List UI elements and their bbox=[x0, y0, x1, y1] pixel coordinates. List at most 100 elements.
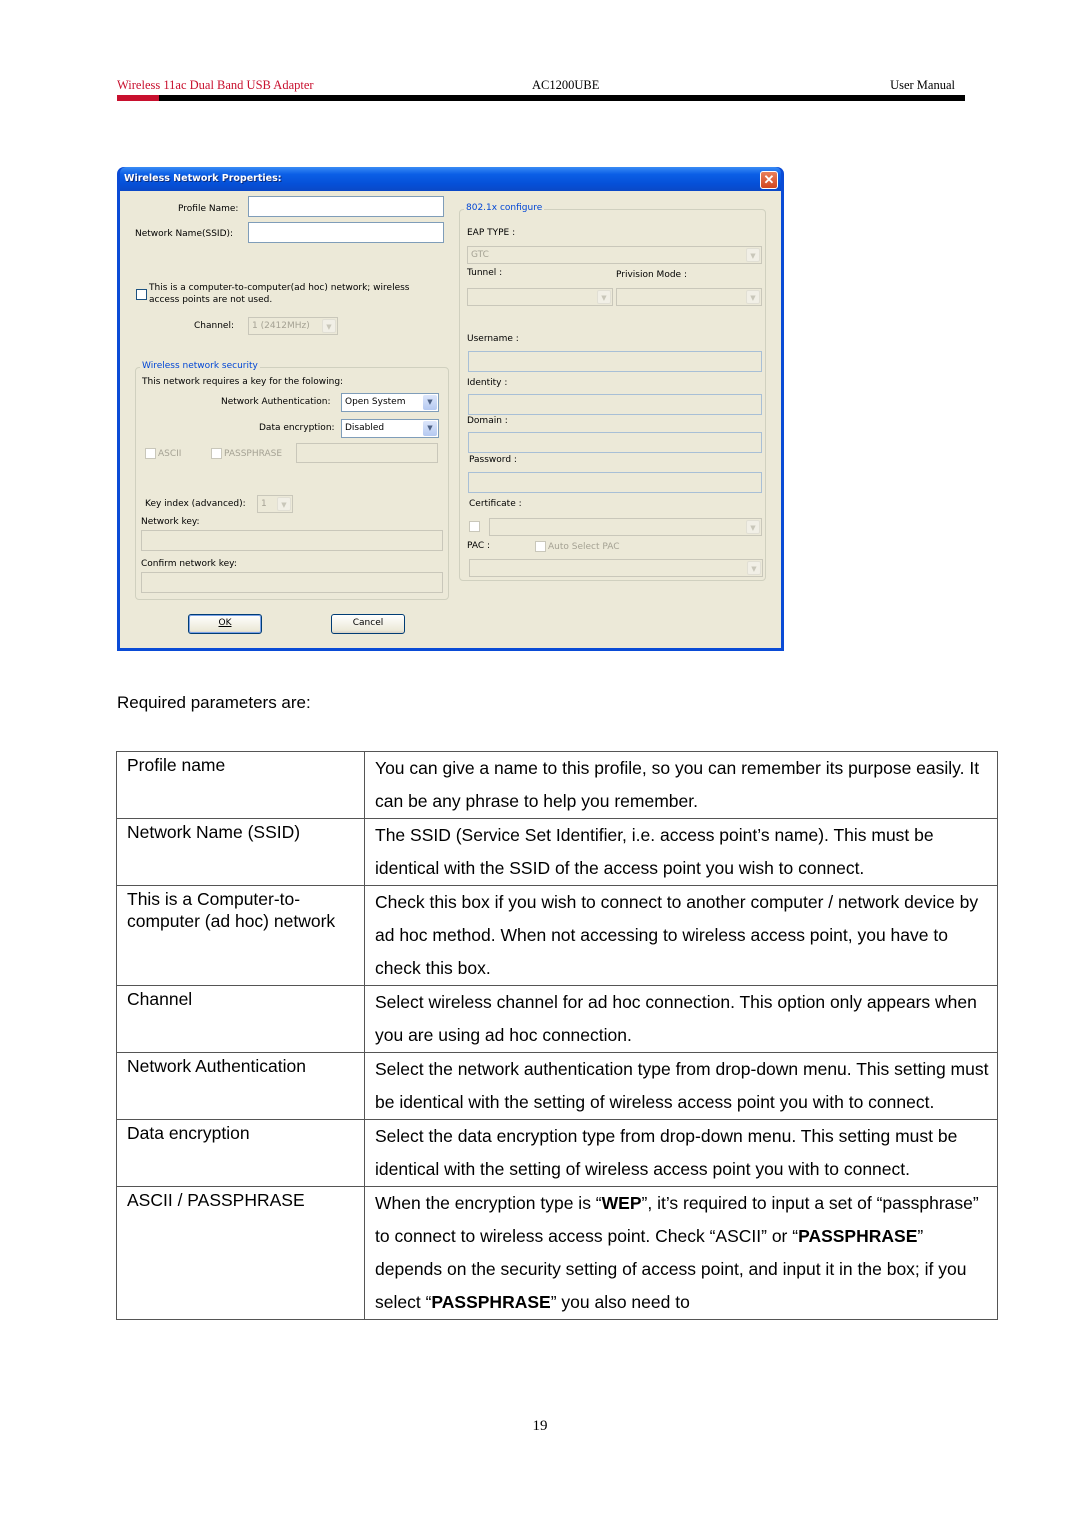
pac-label: PAC : bbox=[467, 541, 491, 551]
adhoc-label-line2: access points are not used. bbox=[149, 295, 273, 305]
encryption-select[interactable]: Disabled ▼ bbox=[341, 419, 439, 438]
network-key-input[interactable] bbox=[141, 530, 443, 551]
header-rule-accent bbox=[117, 95, 159, 101]
desc-text: When the encryption type is “ bbox=[375, 1193, 602, 1213]
table-row: Data encryption Select the data encrypti… bbox=[116, 1119, 998, 1187]
security-group: Wireless network security This network r… bbox=[135, 361, 449, 600]
wireless-network-properties-dialog: Wireless Network Properties: ✕ Profile N… bbox=[117, 167, 784, 651]
chevron-down-icon: ▼ bbox=[277, 497, 291, 511]
channel-select[interactable]: 1 (2412MHz) ▼ bbox=[248, 317, 338, 335]
param-description: You can give a name to this profile, so … bbox=[364, 751, 998, 819]
chevron-down-icon: ▼ bbox=[746, 290, 760, 304]
eap-type-label: EAP TYPE : bbox=[467, 228, 516, 238]
password-input[interactable] bbox=[468, 472, 762, 493]
table-row: Profile name You can give a name to this… bbox=[116, 751, 998, 819]
param-name: Data encryption bbox=[116, 1119, 365, 1187]
param-name: Network Name (SSID) bbox=[116, 818, 365, 886]
auth-select[interactable]: Open System ▼ bbox=[341, 393, 439, 412]
key-index-label: Key index (advanced): bbox=[145, 499, 246, 509]
desc-bold: WEP bbox=[601, 1193, 642, 1213]
key-index-select[interactable]: 1 ▼ bbox=[257, 495, 293, 513]
certificate-label: Certificate : bbox=[469, 499, 522, 509]
desc-bold: PASSPHRASE bbox=[798, 1226, 918, 1246]
page-number: 19 bbox=[532, 1418, 548, 1434]
dot1x-group: 802.1x configure EAP TYPE : GTC ▼ Tunnel… bbox=[459, 203, 766, 581]
ok-label: OK bbox=[218, 618, 232, 628]
profile-name-input[interactable] bbox=[248, 196, 444, 217]
required-parameters-heading: Required parameters are: bbox=[117, 693, 311, 712]
chevron-down-icon: ▼ bbox=[597, 290, 611, 304]
param-description: Select the data encryption type from dro… bbox=[364, 1119, 998, 1187]
certificate-select[interactable]: ▼ bbox=[489, 518, 762, 536]
param-name: Profile name bbox=[116, 751, 365, 819]
header-doc-type: User Manual bbox=[890, 78, 955, 92]
passphrase-input[interactable] bbox=[296, 443, 438, 463]
ascii-checkbox[interactable] bbox=[145, 448, 156, 459]
auth-label: Network Authentication: bbox=[221, 397, 331, 407]
param-name: Network Authentication bbox=[116, 1052, 365, 1120]
profile-name-label: Profile Name: bbox=[178, 204, 239, 214]
param-name-text: This is a Computer-to-computer (ad hoc) … bbox=[127, 889, 336, 931]
certificate-checkbox[interactable] bbox=[469, 521, 480, 532]
header-rule bbox=[117, 95, 965, 101]
tunnel-select[interactable]: ▼ bbox=[467, 288, 613, 306]
tunnel-label: Tunnel : bbox=[467, 268, 503, 278]
param-name: ASCII / PASSPHRASE bbox=[116, 1186, 365, 1320]
header-model: AC1200UBE bbox=[532, 78, 600, 92]
chevron-down-icon: ▼ bbox=[747, 561, 761, 575]
auth-value: Open System bbox=[345, 397, 406, 407]
close-icon: ✕ bbox=[763, 172, 775, 187]
adhoc-label-line1: This is a computer-to-computer(ad hoc) n… bbox=[149, 283, 410, 293]
page-header: Wireless 11ac Dual Band USB Adapter AC12… bbox=[117, 78, 965, 94]
table-row: ASCII / PASSPHRASE When the encryption t… bbox=[116, 1186, 998, 1320]
provision-mode-label: Privision Mode : bbox=[616, 270, 687, 280]
desc-bold: PASSPHRASE bbox=[431, 1292, 551, 1312]
parameters-table: Profile name You can give a name to this… bbox=[116, 751, 998, 1320]
encryption-label: Data encryption: bbox=[259, 423, 335, 433]
key-index-value: 1 bbox=[261, 499, 267, 509]
ssid-label: Network Name(SSID): bbox=[135, 229, 234, 239]
chevron-down-icon: ▼ bbox=[746, 520, 760, 534]
passphrase-label: PASSPHRASE bbox=[224, 449, 283, 459]
param-description: Check this box if you wish to connect to… bbox=[364, 885, 998, 986]
confirm-key-input[interactable] bbox=[141, 572, 443, 593]
domain-input[interactable] bbox=[468, 432, 762, 453]
param-description: When the encryption type is “WEP”, it’s … bbox=[364, 1186, 998, 1320]
ascii-label: ASCII bbox=[158, 449, 182, 459]
desc-text: ” you also need to bbox=[550, 1292, 690, 1312]
auto-pac-checkbox[interactable] bbox=[535, 541, 546, 552]
table-row: Channel Select wireless channel for ad h… bbox=[116, 985, 998, 1053]
close-button[interactable]: ✕ bbox=[760, 171, 778, 189]
eap-type-value: GTC bbox=[471, 250, 489, 260]
identity-input[interactable] bbox=[468, 394, 762, 415]
param-name: Channel bbox=[116, 985, 365, 1053]
dialog-titlebar[interactable]: Wireless Network Properties: ✕ bbox=[120, 167, 781, 191]
auto-pac-label: Auto Select PAC bbox=[548, 542, 620, 552]
ssid-input[interactable] bbox=[248, 222, 444, 243]
table-row: Network Authentication Select the networ… bbox=[116, 1052, 998, 1120]
security-group-title: Wireless network security bbox=[140, 361, 260, 371]
cancel-label: Cancel bbox=[352, 618, 384, 628]
param-description: The SSID (Service Set Identifier, i.e. a… bbox=[364, 818, 998, 886]
table-row: Network Name (SSID) The SSID (Service Se… bbox=[116, 818, 998, 886]
username-input[interactable] bbox=[468, 351, 762, 372]
provision-mode-select[interactable]: ▼ bbox=[616, 288, 762, 306]
passphrase-checkbox[interactable] bbox=[211, 448, 222, 459]
param-description: Select the network authentication type f… bbox=[364, 1052, 998, 1120]
channel-label: Channel: bbox=[194, 321, 234, 331]
pac-select[interactable]: ▼ bbox=[469, 559, 763, 577]
adhoc-checkbox[interactable] bbox=[136, 289, 147, 300]
cancel-button[interactable]: Cancel bbox=[331, 614, 405, 634]
dialog-title: Wireless Network Properties: bbox=[124, 173, 282, 184]
dot1x-group-title: 802.1x configure bbox=[464, 203, 545, 213]
param-name: This is a Computer-to-computer (ad hoc) … bbox=[116, 885, 365, 986]
password-label: Password : bbox=[469, 455, 517, 465]
domain-label: Domain : bbox=[467, 416, 508, 426]
dialog-client: Profile Name: Network Name(SSID): This i… bbox=[120, 191, 781, 648]
security-intro: This network requires a key for the folo… bbox=[142, 377, 344, 387]
chevron-down-icon: ▼ bbox=[746, 248, 760, 262]
network-key-label: Network key: bbox=[141, 517, 200, 527]
identity-label: Identity : bbox=[467, 378, 508, 388]
eap-type-select[interactable]: GTC ▼ bbox=[467, 246, 762, 264]
ok-button[interactable]: OK bbox=[188, 614, 262, 634]
